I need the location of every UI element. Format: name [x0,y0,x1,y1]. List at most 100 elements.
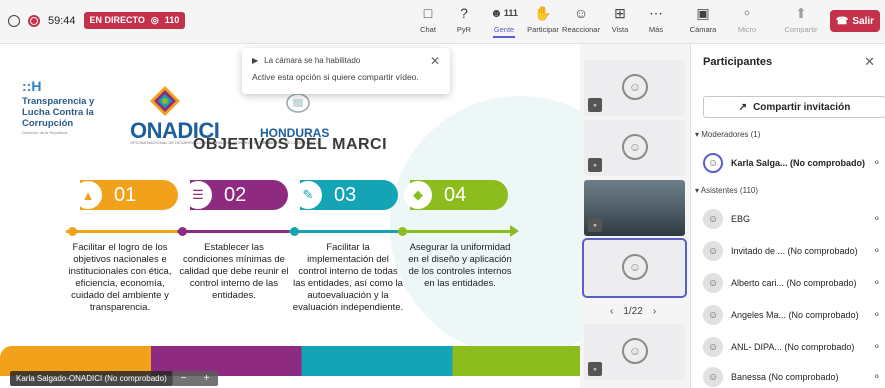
camera-enabled-toast: ▶ La cámara se ha habilitado Active esta… [242,48,450,94]
participant-name: Alberto cari... (No comprobado) [731,278,857,288]
leave-button[interactable]: ☎ Salir [830,10,880,32]
mic-muted-icon: ⚬ [588,98,602,112]
participant-row[interactable]: ☺ Karla Salga... (No comprobado) ⚬ [703,152,881,174]
timeline-dot [178,227,187,236]
participant-name: Banessa (No comprobado) [731,372,839,382]
mic-muted-icon: ⚬ [872,245,881,257]
org-sub: Gobierno de la República [22,130,68,135]
react-label: Reaccionar [562,25,600,34]
camera-button[interactable]: ▣ Cámara [684,4,722,40]
avatar-icon: ☺ [622,74,648,100]
chat-icon: □ [423,5,433,21]
mic-muted-icon: ⚬ [872,309,881,321]
objective-number: 04 [444,183,467,206]
participant-name: Karla Salga... (No comprobado) [731,158,866,168]
chat-button[interactable]: □ Chat [409,4,447,40]
participant-row[interactable]: ☺ Banessa (No comprobado) ⚬ [703,366,881,388]
people-button[interactable]: ☻ 111 Gente [485,4,523,40]
chevron-left-icon[interactable]: ‹ [610,306,613,317]
mic-button[interactable]: ⚬ Micro [728,4,766,40]
slide-watermark [390,96,580,356]
meeting-timer: 59:44 [48,14,76,27]
moderators-header[interactable]: ▾ Moderadores (1) [695,130,760,139]
camera-off-icon: ▣ [696,4,710,21]
avatar-icon: ☺ [622,254,648,280]
view-button[interactable]: ⊞ Vista [601,4,639,40]
objective-pill-4: ◆ 04 [404,180,508,210]
participant-row[interactable]: ☺ EBG ⚬ [703,208,881,230]
panel-title: Participantes [703,56,773,68]
objective-number: 01 [114,183,137,206]
avatar-icon: ☺ [622,134,648,160]
participant-row[interactable]: ☺ Alberto cari... (No comprobado) ⚬ [703,272,881,294]
mic-icon: ⚬ [872,157,881,169]
video-camera-icon: ▶ [252,56,259,65]
shield-icon [8,14,20,27]
org-name: Transparencia y Lucha Contra la Corrupci… [22,96,94,129]
people-label: Gente [493,25,515,34]
video-gallery: ☺ ⚬ ☺ ⚬ ⚬ ☺ ‹ 1/22 › ☺ ⚬ [580,44,690,388]
attendees-header-label: Asistentes (110) [700,186,759,195]
raise-hand-button[interactable]: ✋ Participar [524,4,562,40]
objective-number: 02 [224,183,247,206]
raise-hand-icon: ✋ [534,4,552,21]
hands-cube-icon: ◆ [404,181,432,209]
participant-name: Invitado de ... (No comprobado) [731,246,858,256]
participant-row[interactable]: ☺ ANL- DIPA... (No comprobado) ⚬ [703,336,881,358]
gallery-pager: ‹ 1/22 › [610,306,656,317]
react-button[interactable]: ☺ Reaccionar [562,4,600,40]
chevron-right-icon[interactable]: › [653,306,656,317]
share-invitation-button[interactable]: ↗ Compartir invitación [703,96,885,118]
zoom-out-icon[interactable]: − [181,373,187,384]
mic-off-icon: ⚬ [741,4,753,21]
viewer-count: 110 [164,15,180,25]
participant-tile[interactable]: ☺ ⚬ [584,324,685,380]
close-icon[interactable]: ✕ [864,54,875,70]
people-count: 111 [503,8,518,18]
phone-icon: ☎ [835,15,849,27]
mic-muted-icon: ⚬ [872,213,881,225]
gallery-page: 1/22 [623,306,643,317]
mic-muted-icon: ⚬ [872,341,881,353]
more-button[interactable]: ⋯ Más [637,4,675,40]
grid-icon: ⊞ [614,4,626,21]
participant-name: Angeles Ma... (No comprobado) [731,310,859,320]
participant-tile-selected[interactable]: ☺ [582,238,687,298]
participant-tile[interactable]: ☺ ⚬ [584,60,685,116]
participant-name: EBG [731,214,751,224]
timeline-arrow [510,225,519,237]
participant-row[interactable]: ☺ Angeles Ma... (No comprobado) ⚬ [703,304,881,326]
moderators-header-label: Moderadores (1) [701,130,761,139]
mic-muted-icon: ⚬ [588,362,602,376]
org-line-1: Transparencia y [22,96,95,107]
leave-label: Salir [852,15,875,27]
avatar-icon: ☺ [703,209,723,229]
mic-label: Micro [737,25,757,34]
more-icon: ⋯ [649,4,663,21]
smile-icon: ☺ [573,5,589,21]
raise-hand-label: Participar [527,25,559,34]
presentation-slide: ::H Transparencia y Lucha Contra la Corr… [0,56,580,376]
more-label: Más [648,25,664,34]
avatar-icon: ☺ [703,305,723,325]
timeline-dot [68,227,77,236]
zoom-controls[interactable]: − + [172,371,218,386]
participant-tile[interactable]: ☺ ⚬ [584,120,685,176]
close-icon[interactable]: ✕ [430,54,440,68]
participant-row[interactable]: ☺ Invitado de ... (No comprobado) ⚬ [703,240,881,262]
toast-body: Active esta opción si quiere compartir v… [252,72,419,82]
objective-number: 03 [334,183,357,206]
participant-video-tile[interactable]: ⚬ [584,180,685,236]
attendees-header[interactable]: ▾ Asistentes (110) [695,186,758,195]
objective-text-2: Establecer las condiciones mínimas de ca… [179,242,289,301]
qa-label: PyR [456,25,472,34]
avatar-icon: ☺ [703,337,723,357]
participant-name: ANL- DIPA... (No comprobado) [731,342,855,352]
qa-icon: ? [460,5,468,21]
mic-muted-icon: ⚬ [588,158,602,172]
zoom-in-icon[interactable]: + [204,373,210,384]
qa-button[interactable]: ? PyR [445,4,483,40]
org-line-2: Lucha Contra la [22,107,94,118]
share-button[interactable]: ⬆ Compartir [782,4,820,40]
shared-content-stage: ::H Transparencia y Lucha Contra la Corr… [0,44,580,388]
